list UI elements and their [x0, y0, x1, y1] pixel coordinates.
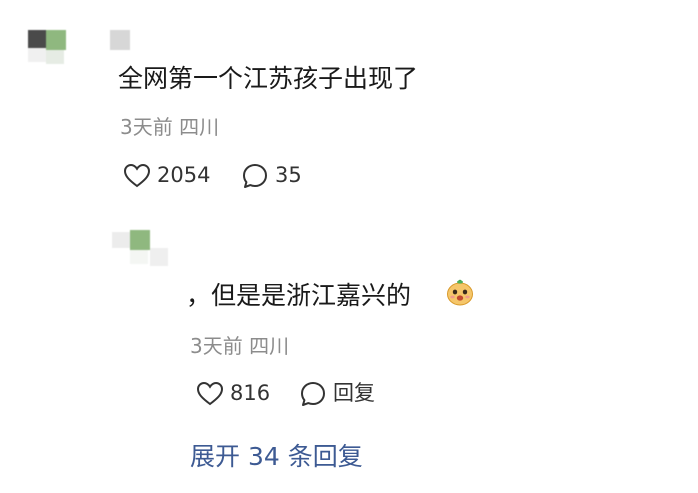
commenter-avatar[interactable] [14, 12, 94, 82]
avatar-mosaic-block [46, 50, 64, 64]
avatar-mosaic-block [130, 230, 150, 250]
avatar-mosaic-block [28, 48, 46, 62]
comment-bubble-icon[interactable] [241, 162, 269, 190]
avatar-mosaic-block [150, 248, 168, 266]
reply-meta: 3天前 四川 [190, 334, 290, 358]
avatar-mosaic-block [112, 232, 130, 248]
like-count: 2054 [157, 163, 211, 187]
heart-icon[interactable] [123, 163, 151, 189]
avatar-mosaic-block [46, 30, 66, 50]
reply-count: 35 [275, 163, 302, 187]
comment-text: 全网第一个江苏孩子出现了 [118, 64, 419, 93]
replier-avatar[interactable] [104, 222, 178, 278]
reply-button[interactable]: 回复 [333, 383, 375, 404]
comment-meta: 3天前 四川 [120, 115, 220, 139]
expand-replies-link[interactable]: 展开 34 条回复 [190, 444, 363, 469]
reply-like-count: 816 [230, 381, 271, 405]
avatar-mosaic-block [130, 250, 148, 264]
comment-bubble-icon[interactable] [299, 380, 327, 408]
heart-icon[interactable] [196, 381, 224, 407]
reply-text: ，但是是浙江嘉兴的 [186, 281, 412, 310]
smiling-face-emoji-icon [447, 279, 473, 306]
username-placeholder[interactable] [110, 30, 130, 50]
avatar-mosaic-block [28, 30, 46, 48]
